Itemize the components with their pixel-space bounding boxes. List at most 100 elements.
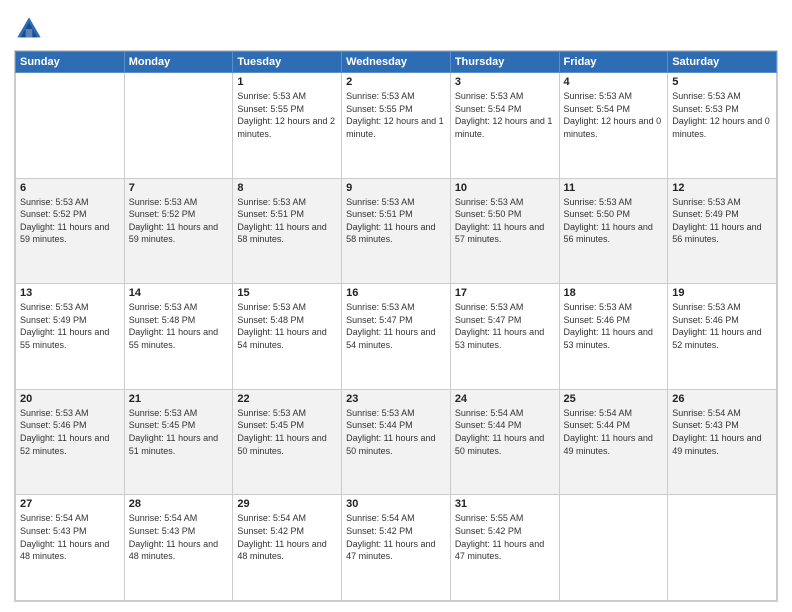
- logo-icon: [14, 14, 44, 44]
- calendar-cell: 29Sunrise: 5:54 AM Sunset: 5:42 PM Dayli…: [233, 495, 342, 601]
- day-info: Sunrise: 5:54 AM Sunset: 5:42 PM Dayligh…: [346, 512, 446, 562]
- day-number: 8: [237, 182, 337, 194]
- calendar-cell: 4 Sunrise: 5:53 AM Sunset: 5:54 PM Daylig…: [559, 73, 668, 179]
- day-number: 22: [237, 393, 337, 405]
- day-info: Sunrise: 5:53 AM Sunset: 5:46 PM Dayligh…: [564, 301, 664, 351]
- day-info: Sunrise: 5:54 AM Sunset: 5:43 PM Dayligh…: [20, 512, 120, 562]
- day-number: 1: [237, 76, 337, 88]
- day-number: 15: [237, 287, 337, 299]
- day-number: 4: [564, 76, 664, 88]
- day-number: 17: [455, 287, 555, 299]
- day-info: Sunrise: 5:53 AM Sunset: 5:51 PM Dayligh…: [346, 196, 446, 246]
- calendar-cell: 26 Sunrise: 5:54 AM Sunset: 5:43 PM Dayli…: [668, 389, 777, 495]
- calendar-cell: 5 Sunrise: 5:53 AM Sunset: 5:53 PM Daylig…: [668, 73, 777, 179]
- day-number: 3: [455, 76, 555, 88]
- day-number: 18: [564, 287, 664, 299]
- day-info: Sunrise: 5:54 AM Sunset: 5:44 PM Dayligh…: [455, 407, 555, 457]
- day-number: 19: [672, 287, 772, 299]
- day-info: Sunrise: 5:53 AM Sunset: 5:51 PM Dayligh…: [237, 196, 337, 246]
- weekday-header-saturday: Saturday: [668, 52, 777, 73]
- calendar-cell: 15 Sunrise: 5:53 AM Sunset: 5:48 PM Dayli…: [233, 284, 342, 390]
- day-number: 25: [564, 393, 664, 405]
- calendar-cell: 24 Sunrise: 5:54 AM Sunset: 5:44 PM Dayli…: [450, 389, 559, 495]
- calendar-header: SundayMondayTuesdayWednesdayThursdayFrid…: [16, 52, 777, 73]
- calendar: SundayMondayTuesdayWednesdayThursdayFrid…: [14, 50, 778, 602]
- weekday-header-friday: Friday: [559, 52, 668, 73]
- day-info: Sunrise: 5:54 AM Sunset: 5:43 PM Dayligh…: [129, 512, 229, 562]
- calendar-cell: [16, 73, 125, 179]
- weekday-header-thursday: Thursday: [450, 52, 559, 73]
- day-number: 20: [20, 393, 120, 405]
- logo: [14, 14, 48, 44]
- day-number: 5: [672, 76, 772, 88]
- calendar-cell: 27Sunrise: 5:54 AM Sunset: 5:43 PM Dayli…: [16, 495, 125, 601]
- calendar-cell: 18 Sunrise: 5:53 AM Sunset: 5:46 PM Dayli…: [559, 284, 668, 390]
- day-info: Sunrise: 5:53 AM Sunset: 5:50 PM Dayligh…: [564, 196, 664, 246]
- day-info: Sunrise: 5:53 AM Sunset: 5:49 PM Dayligh…: [20, 301, 120, 351]
- calendar-cell: 30 Sunrise: 5:54 AM Sunset: 5:42 PM Dayli…: [342, 495, 451, 601]
- day-info: Sunrise: 5:53 AM Sunset: 5:47 PM Dayligh…: [455, 301, 555, 351]
- day-number: 7: [129, 182, 229, 194]
- header: [14, 10, 778, 44]
- calendar-cell: 14Sunrise: 5:53 AM Sunset: 5:48 PM Dayli…: [124, 284, 233, 390]
- day-number: 31: [455, 498, 555, 510]
- calendar-cell: 9 Sunrise: 5:53 AM Sunset: 5:51 PM Daylig…: [342, 178, 451, 284]
- day-info: Sunrise: 5:53 AM Sunset: 5:52 PM Dayligh…: [20, 196, 120, 246]
- calendar-cell: 12 Sunrise: 5:53 AM Sunset: 5:49 PM Dayli…: [668, 178, 777, 284]
- day-number: 26: [672, 393, 772, 405]
- day-info: Sunrise: 5:53 AM Sunset: 5:54 PM Dayligh…: [455, 90, 555, 140]
- day-info: Sunrise: 5:53 AM Sunset: 5:54 PM Dayligh…: [564, 90, 664, 140]
- day-number: 29: [237, 498, 337, 510]
- calendar-cell: 28Sunrise: 5:54 AM Sunset: 5:43 PM Dayli…: [124, 495, 233, 601]
- page: SundayMondayTuesdayWednesdayThursdayFrid…: [0, 0, 792, 612]
- calendar-cell: 2Sunrise: 5:53 AM Sunset: 5:55 PM Daylig…: [342, 73, 451, 179]
- day-number: 30: [346, 498, 446, 510]
- day-info: Sunrise: 5:53 AM Sunset: 5:50 PM Dayligh…: [455, 196, 555, 246]
- calendar-week-3: 13 Sunrise: 5:53 AM Sunset: 5:49 PM Dayli…: [16, 284, 777, 390]
- day-info: Sunrise: 5:53 AM Sunset: 5:48 PM Dayligh…: [129, 301, 229, 351]
- day-number: 12: [672, 182, 772, 194]
- day-info: Sunrise: 5:53 AM Sunset: 5:46 PM Dayligh…: [20, 407, 120, 457]
- calendar-week-5: 27Sunrise: 5:54 AM Sunset: 5:43 PM Dayli…: [16, 495, 777, 601]
- day-number: 2: [346, 76, 446, 88]
- day-info: Sunrise: 5:53 AM Sunset: 5:45 PM Dayligh…: [237, 407, 337, 457]
- calendar-cell: 8 Sunrise: 5:53 AM Sunset: 5:51 PM Daylig…: [233, 178, 342, 284]
- calendar-cell: 20 Sunrise: 5:53 AM Sunset: 5:46 PM Dayli…: [16, 389, 125, 495]
- calendar-cell: 21 Sunrise: 5:53 AM Sunset: 5:45 PM Dayli…: [124, 389, 233, 495]
- calendar-cell: [668, 495, 777, 601]
- day-info: Sunrise: 5:53 AM Sunset: 5:48 PM Dayligh…: [237, 301, 337, 351]
- calendar-body: 1 Sunrise: 5:53 AM Sunset: 5:55 PM Daylig…: [16, 73, 777, 601]
- calendar-cell: 22 Sunrise: 5:53 AM Sunset: 5:45 PM Dayli…: [233, 389, 342, 495]
- day-info: Sunrise: 5:54 AM Sunset: 5:43 PM Dayligh…: [672, 407, 772, 457]
- calendar-cell: 13 Sunrise: 5:53 AM Sunset: 5:49 PM Dayli…: [16, 284, 125, 390]
- day-info: Sunrise: 5:53 AM Sunset: 5:52 PM Dayligh…: [129, 196, 229, 246]
- calendar-cell: 10 Sunrise: 5:53 AM Sunset: 5:50 PM Dayli…: [450, 178, 559, 284]
- calendar-cell: 23Sunrise: 5:53 AM Sunset: 5:44 PM Dayli…: [342, 389, 451, 495]
- calendar-cell: 25Sunrise: 5:54 AM Sunset: 5:44 PM Dayli…: [559, 389, 668, 495]
- day-info: Sunrise: 5:53 AM Sunset: 5:46 PM Dayligh…: [672, 301, 772, 351]
- day-info: Sunrise: 5:53 AM Sunset: 5:47 PM Dayligh…: [346, 301, 446, 351]
- day-number: 9: [346, 182, 446, 194]
- calendar-cell: 6Sunrise: 5:53 AM Sunset: 5:52 PM Daylig…: [16, 178, 125, 284]
- day-info: Sunrise: 5:53 AM Sunset: 5:45 PM Dayligh…: [129, 407, 229, 457]
- day-info: Sunrise: 5:53 AM Sunset: 5:55 PM Dayligh…: [237, 90, 337, 140]
- weekday-header-tuesday: Tuesday: [233, 52, 342, 73]
- calendar-cell: 7 Sunrise: 5:53 AM Sunset: 5:52 PM Daylig…: [124, 178, 233, 284]
- calendar-week-2: 6Sunrise: 5:53 AM Sunset: 5:52 PM Daylig…: [16, 178, 777, 284]
- weekday-header-sunday: Sunday: [16, 52, 125, 73]
- calendar-cell: 1 Sunrise: 5:53 AM Sunset: 5:55 PM Daylig…: [233, 73, 342, 179]
- calendar-cell: 17 Sunrise: 5:53 AM Sunset: 5:47 PM Dayli…: [450, 284, 559, 390]
- calendar-cell: [559, 495, 668, 601]
- day-info: Sunrise: 5:53 AM Sunset: 5:53 PM Dayligh…: [672, 90, 772, 140]
- day-number: 23: [346, 393, 446, 405]
- day-info: Sunrise: 5:55 AM Sunset: 5:42 PM Dayligh…: [455, 512, 555, 562]
- day-number: 21: [129, 393, 229, 405]
- calendar-cell: [124, 73, 233, 179]
- day-number: 13: [20, 287, 120, 299]
- day-number: 24: [455, 393, 555, 405]
- day-number: 11: [564, 182, 664, 194]
- day-number: 10: [455, 182, 555, 194]
- calendar-cell: 16Sunrise: 5:53 AM Sunset: 5:47 PM Dayli…: [342, 284, 451, 390]
- calendar-week-1: 1 Sunrise: 5:53 AM Sunset: 5:55 PM Daylig…: [16, 73, 777, 179]
- day-info: Sunrise: 5:53 AM Sunset: 5:49 PM Dayligh…: [672, 196, 772, 246]
